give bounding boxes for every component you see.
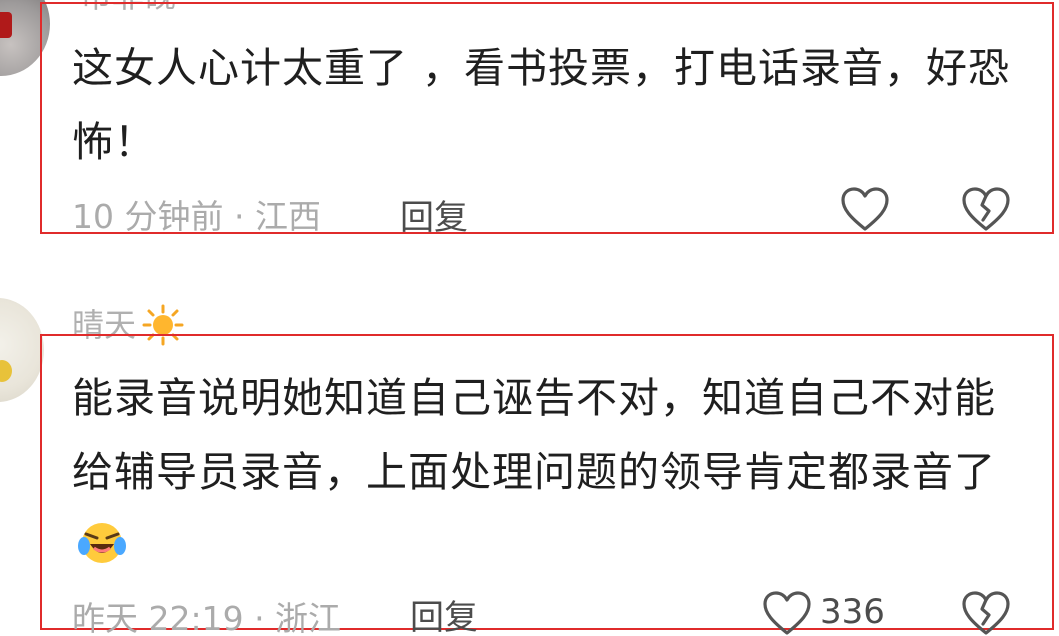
comment-text: 这女人心计太重了 ，看书投票，打电话录音，好恐怖！ [72, 44, 1011, 166]
comment-meta: 昨天 22:19 · 浙江 [72, 599, 342, 636]
comment-text-body: 能录音说明她知道自己诬告不对，知道自己不对能给辅导员录音，上面处理问题的领导肯定… [72, 374, 996, 496]
comment-list: 市菲砚 这女人心计太重了 ，看书投票，打电话录音，好恐怖！ 10 分钟前 · 江… [0, 0, 1059, 636]
broken-heart-icon[interactable] [961, 591, 1011, 636]
avatar[interactable] [0, 298, 44, 402]
laughing-crying-emoji-icon [78, 522, 126, 563]
heart-icon[interactable] [840, 187, 890, 233]
comment-text: 能录音说明她知道自己诬告不对，知道自己不对能给辅导员录音，上面处理问题的领导肯定… [72, 362, 1032, 583]
comment-meta: 10 分钟前 · 江西 [72, 197, 321, 236]
reply-button[interactable]: 回复 [410, 590, 478, 636]
like-count: 336 [820, 592, 885, 632]
reply-button[interactable]: 回复 [400, 190, 468, 239]
heart-icon[interactable] [762, 591, 812, 636]
broken-heart-icon[interactable] [961, 187, 1011, 233]
